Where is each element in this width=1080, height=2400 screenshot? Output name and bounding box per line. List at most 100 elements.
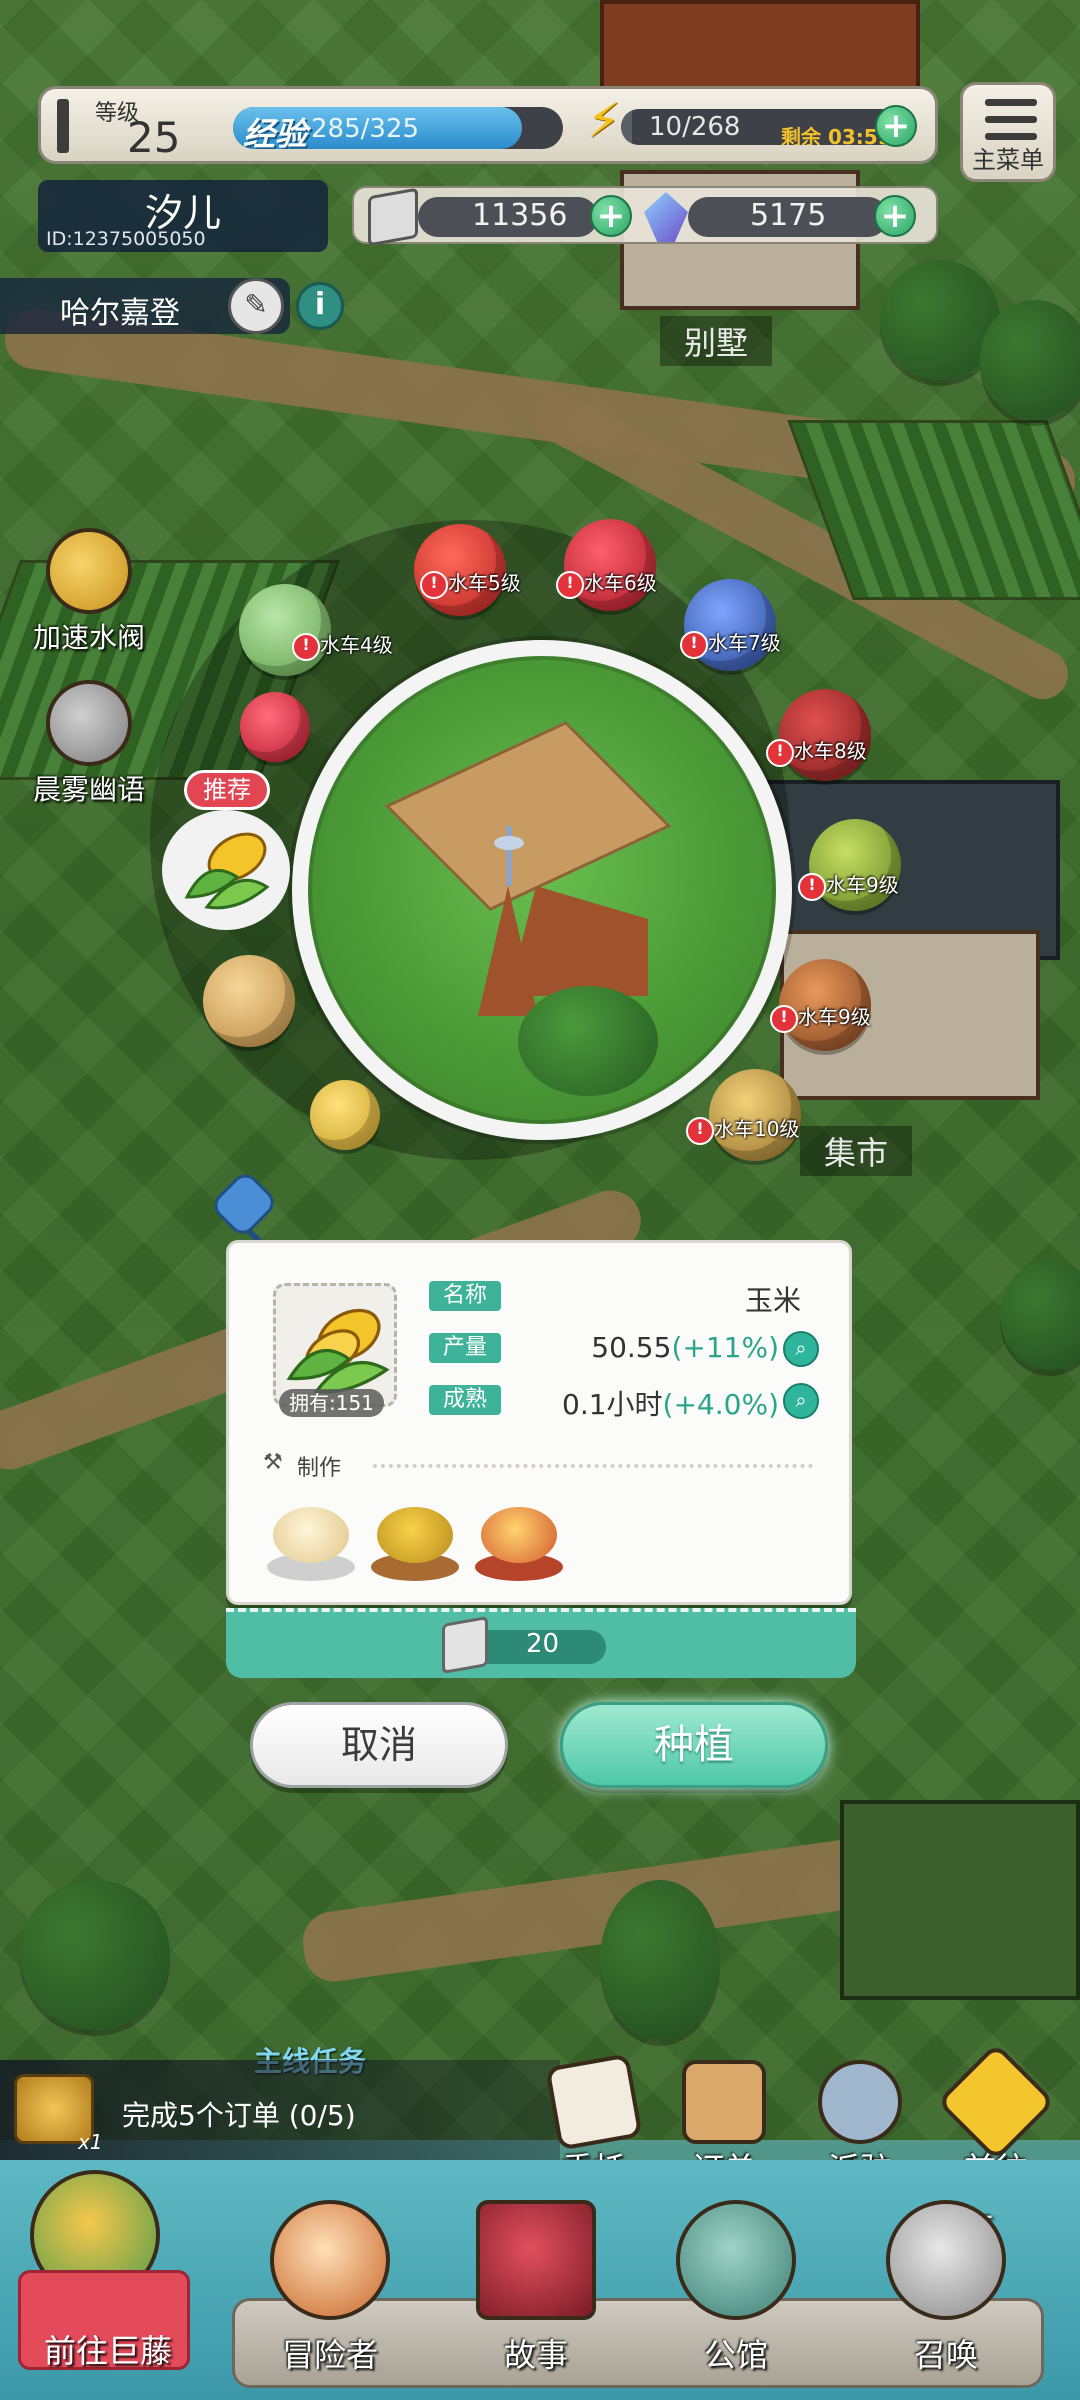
nav-story[interactable]: 故事 <box>446 2200 626 2392</box>
hamburger-icon <box>985 99 1037 143</box>
speed-valve-label: 加速水阀 <box>32 621 145 654</box>
coin-box-icon <box>442 1615 488 1675</box>
plant-button[interactable]: 种植 <box>560 1702 828 1788</box>
radish-seed[interactable] <box>220 672 330 782</box>
nav-summon[interactable]: 召唤 <box>856 2200 1036 2392</box>
weathervane-icon <box>494 826 524 886</box>
corn-seed-selected[interactable] <box>172 812 282 922</box>
nav-adventurer[interactable]: 冒险者 <box>240 2200 420 2392</box>
nav-story-label: 故事 <box>503 2336 568 2374</box>
mature-detail-search-icon[interactable]: ⌕ <box>783 1383 819 1419</box>
yield-bonus: (+11%) <box>671 1331 779 1364</box>
add-coins-button[interactable]: + <box>590 195 632 237</box>
name-row: 名称 玉米 <box>429 1279 819 1317</box>
notepad-icon <box>545 2053 643 2151</box>
wheat-icon <box>310 1080 380 1150</box>
energy-progress-bar: 10/268 剩余 03:59 <box>621 109 901 145</box>
mature-row: 成熟 0.1小时(+4.0%) ⌕ <box>429 1383 819 1421</box>
strawberry-seed[interactable] <box>555 510 665 620</box>
corn-basket-icon <box>377 1507 453 1563</box>
yield-value: 50.55(+11%) <box>591 1331 779 1364</box>
morning-mist-button[interactable]: 晨雾幽语 <box>14 680 164 808</box>
level-value: 25 <box>127 113 181 162</box>
morning-mist-label: 晨雾幽语 <box>32 773 145 806</box>
main-menu-label: 主菜单 <box>972 146 1044 174</box>
info-icon[interactable]: i <box>296 282 344 330</box>
villa-label[interactable]: 别墅 <box>660 316 773 366</box>
main-menu-button[interactable]: 主菜单 <box>960 82 1056 182</box>
market-label[interactable]: 集市 <box>800 1126 913 1176</box>
yield-row: 产量 50.55(+11%) ⌕ <box>429 1331 819 1367</box>
quest-reward-multiplier: x1 <box>78 2130 103 2154</box>
edit-pencil-icon[interactable]: ✎ <box>228 278 284 334</box>
box-icon <box>682 2060 766 2144</box>
summon-statue-icon <box>886 2200 1006 2320</box>
noodles-icon <box>273 1507 349 1563</box>
xp-label: 经验 <box>243 115 308 149</box>
lock-tag: 水车9级 <box>798 868 907 902</box>
lock-tag: 水车5级 <box>420 566 529 600</box>
yield-label: 产量 <box>429 1333 501 1363</box>
player-profile[interactable]: 汐儿 ID:12375005050 <box>38 180 328 252</box>
xp-value: 285/325 <box>311 114 420 144</box>
mansion-icon <box>676 2200 796 2320</box>
quest-text: 完成5个订单 (0/5) <box>122 2099 356 2132</box>
status-hud-bar: 等级 25 经验 285/325 ⚡ 10/268 剩余 03:59 + <box>38 86 938 164</box>
farm-name: 哈尔嘉登 <box>60 296 180 331</box>
gem-icon <box>644 192 688 242</box>
lock-tag: 水车10级 <box>686 1112 807 1146</box>
recipe-corn-stew[interactable] <box>471 1501 567 1581</box>
coin-value: 11356 <box>472 198 568 233</box>
xp-progress-bar: 经验 285/325 <box>233 107 563 149</box>
potato-seed[interactable] <box>194 946 304 1056</box>
mature-value: 0.1小时(+4.0%) <box>562 1383 779 1423</box>
lock-tag: 水车4级 <box>292 628 401 662</box>
recipe-noodles[interactable] <box>263 1501 359 1581</box>
soil-plot <box>384 721 672 911</box>
cancel-button[interactable]: 取消 <box>250 1702 508 1788</box>
crop-name-value: 玉米 <box>744 1284 801 1317</box>
lock-tag: 水车9级 <box>770 1000 879 1034</box>
bush <box>518 986 658 1096</box>
gem-value: 5175 <box>750 198 827 233</box>
hammer-icon: ⚒ <box>263 1450 283 1475</box>
modal-dim-overlay <box>0 0 1080 2400</box>
nav-summon-label: 召唤 <box>913 2336 978 2374</box>
lock-tag: 水车7级 <box>680 626 789 660</box>
player-id: ID:12375005050 <box>46 228 206 250</box>
lock-tag: 水车6级 <box>556 566 665 600</box>
corn-stew-icon <box>481 1507 557 1563</box>
main-quest-bar[interactable]: x1 完成5个订单 (0/5) <box>0 2060 560 2160</box>
nav-mansion-label: 公馆 <box>703 2336 768 2374</box>
energy-value: 10/268 <box>649 112 741 142</box>
blueberry-seed[interactable] <box>675 570 785 680</box>
nav-adventurer-label: 冒险者 <box>281 2336 378 2374</box>
location-marker-icon <box>818 2060 902 2144</box>
olive-seed[interactable] <box>800 810 910 920</box>
yield-detail-search-icon[interactable]: ⌕ <box>783 1331 819 1367</box>
recommend-badge: 推荐 <box>184 770 270 810</box>
owned-count: 拥有:151 <box>279 1389 384 1417</box>
recipe-corn-basket[interactable] <box>367 1501 463 1581</box>
mature-label: 成熟 <box>429 1385 501 1415</box>
add-gems-button[interactable]: + <box>874 195 916 237</box>
radish-icon <box>240 692 310 762</box>
mature-number: 0.1小时 <box>562 1388 663 1421</box>
nav-mansion[interactable]: 公馆 <box>646 2200 826 2392</box>
add-energy-button[interactable]: + <box>875 105 917 147</box>
corn-icon <box>184 832 270 910</box>
level-display: 等级 25 <box>55 95 215 162</box>
game-world-background <box>0 0 1080 2400</box>
currency-bar: 11356 + 5175 + <box>352 186 938 247</box>
storybook-icon <box>476 2200 596 2320</box>
speed-valve-button[interactable]: 加速水阀 <box>14 528 164 656</box>
stopwatch-icon <box>46 528 132 614</box>
wheat-seed[interactable] <box>290 1060 400 1170</box>
cottage-roof <box>508 886 648 996</box>
lock-tag: 水车8级 <box>766 734 875 768</box>
craft-section-header: ⚒ 制作 <box>263 1450 823 1481</box>
planting-cost-bar: 20 <box>226 1608 856 1678</box>
go-giant-vine-label: 前往巨藤 <box>43 2332 172 2370</box>
corn-icon <box>286 1308 390 1394</box>
mature-bonus: (+4.0%) <box>662 1388 779 1421</box>
